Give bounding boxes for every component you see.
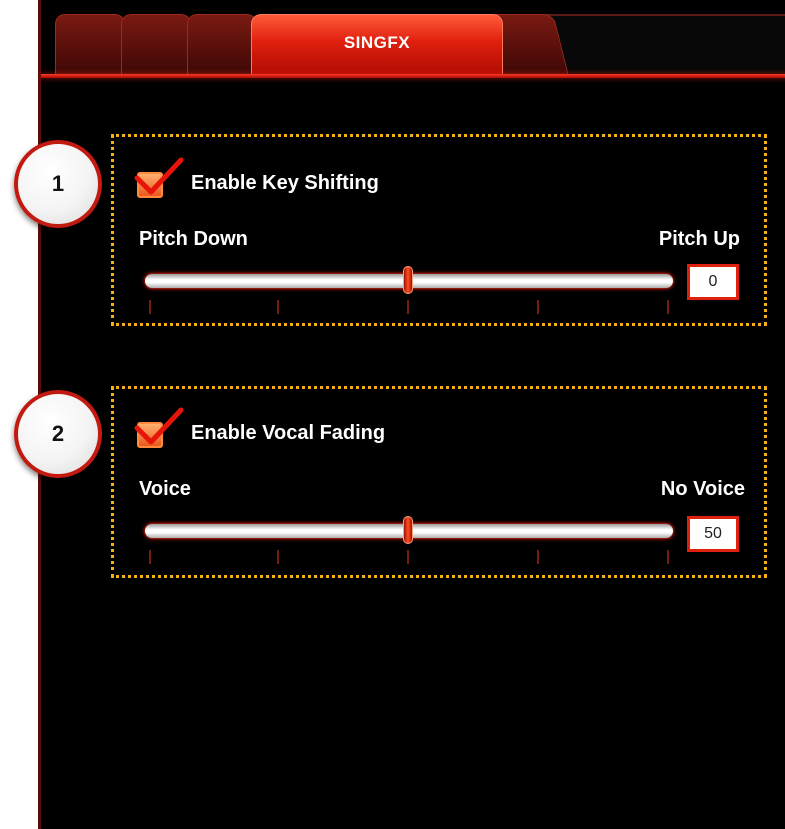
- tab-baseline: [41, 74, 785, 78]
- slider-tick: [407, 300, 409, 314]
- vocal-fade-value[interactable]: 50: [687, 516, 739, 552]
- slider-tick: [277, 550, 279, 564]
- callout-badge-2: 2: [14, 390, 102, 478]
- slider-tick: [667, 550, 669, 564]
- slider-tick: [537, 550, 539, 564]
- checkmark-icon: [134, 157, 184, 195]
- slider-tick: [277, 300, 279, 314]
- pitch-up-label: Pitch Up: [658, 228, 740, 250]
- slider-tick: [667, 300, 669, 314]
- vocal-fading-checkbox[interactable]: [134, 407, 184, 448]
- callout-number: 2: [51, 421, 65, 446]
- callout-number: 1: [51, 171, 65, 196]
- pitch-down-label: Pitch Down: [139, 228, 248, 250]
- key-shifting-label: Enable Key Shifting: [191, 172, 379, 194]
- tab-3[interactable]: [187, 14, 257, 74]
- slider-tick: [407, 550, 409, 564]
- key-shift-slider-thumb[interactable]: [403, 266, 413, 294]
- voice-label: Voice: [139, 478, 191, 500]
- vocal-fading-label: Enable Vocal Fading: [191, 422, 386, 444]
- slider-tick: [537, 300, 539, 314]
- slider-tick: [149, 300, 151, 314]
- singfx-panel: SINGFX Enable Key Shifting Pitch Down Pi…: [38, 0, 785, 829]
- callout-badge-1: 1: [14, 140, 102, 228]
- tab-1[interactable]: [55, 14, 125, 74]
- checkmark-icon: [134, 407, 184, 445]
- tab-2[interactable]: [121, 14, 191, 74]
- tab-singfx[interactable]: SINGFX: [251, 14, 503, 74]
- no-voice-label: No Voice: [660, 478, 745, 500]
- key-shift-value[interactable]: 0: [687, 264, 739, 300]
- slider-tick: [149, 550, 151, 564]
- tab-bar: SINGFX: [41, 0, 785, 78]
- tab-singfx-label: SINGFX: [343, 33, 411, 52]
- key-shifting-checkbox[interactable]: [134, 157, 184, 198]
- vocal-fade-slider-thumb[interactable]: [403, 516, 413, 544]
